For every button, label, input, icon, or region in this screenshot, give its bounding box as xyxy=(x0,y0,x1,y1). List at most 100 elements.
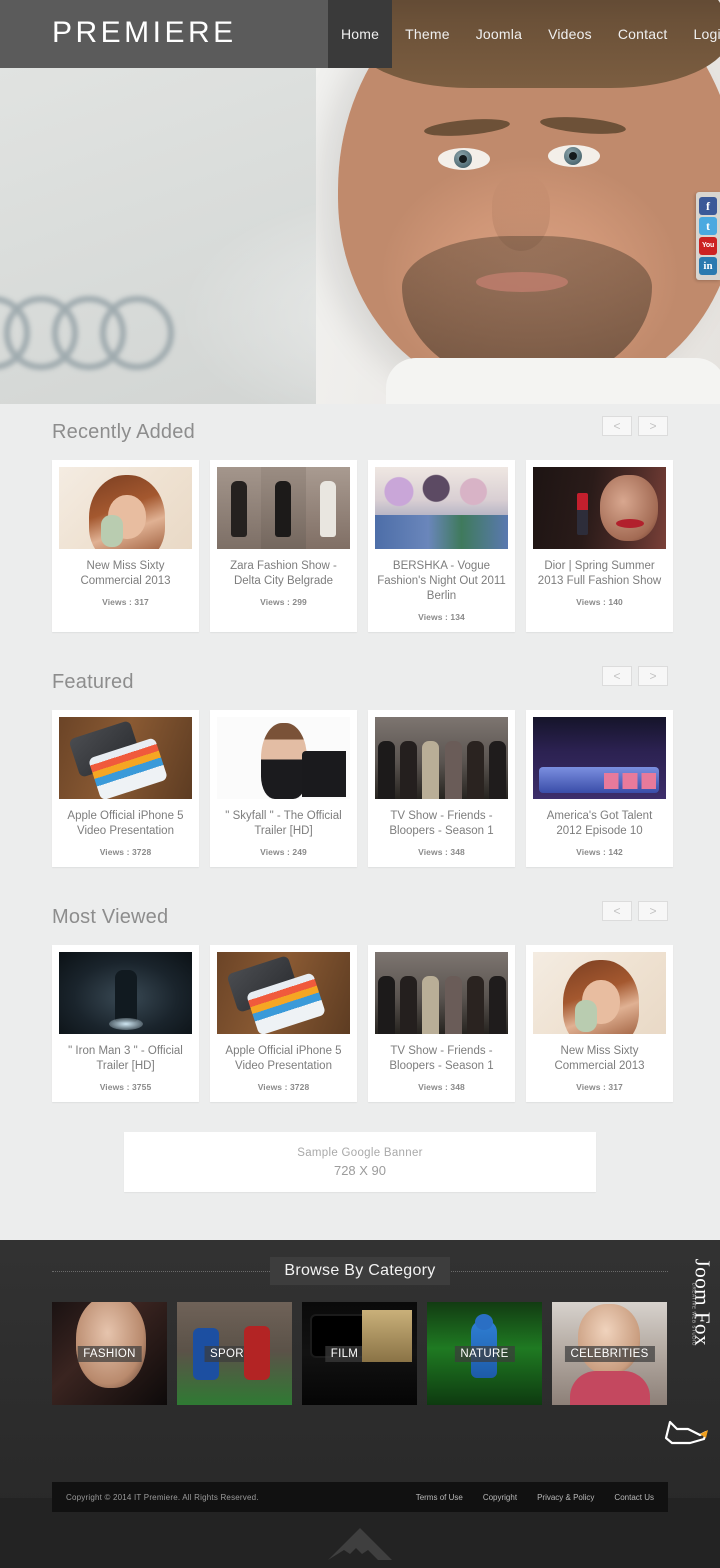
video-thumbnail[interactable] xyxy=(533,717,666,799)
video-views: Views : 142 xyxy=(576,847,623,857)
video-card[interactable]: Zara Fashion Show - Delta City Belgrade … xyxy=(210,460,357,632)
video-thumbnail[interactable] xyxy=(533,467,666,549)
footer-bar: Copyright © 2014 IT Premiere. All Rights… xyxy=(52,1482,668,1512)
browse-by-category-section: Browse By Category FASHION SPORTS FILM &… xyxy=(0,1240,720,1498)
video-card[interactable]: Apple Official iPhone 5 Video Presentati… xyxy=(52,710,199,867)
video-thumbnail[interactable] xyxy=(375,717,508,799)
category-list: FASHION SPORTS FILM & TV NATURE CELEBRIT… xyxy=(0,1302,720,1405)
category-tile-celebrities[interactable]: CELEBRITIES xyxy=(552,1302,667,1405)
header-bar: PREMIERE Home Theme Joomla Videos Contac… xyxy=(0,0,720,68)
category-tile-film-tv[interactable]: FILM & TV xyxy=(302,1302,417,1405)
nav-item-joomla[interactable]: Joomla xyxy=(463,0,535,68)
category-label: FILM & TV xyxy=(324,1345,395,1362)
carousel-next-button[interactable]: > xyxy=(638,416,668,436)
joomfox-logo[interactable]: Joom Fox CREATIVE WEB STUDIO xyxy=(662,1259,718,1445)
category-title: Browse By Category xyxy=(270,1257,450,1285)
linkedin-icon[interactable]: in xyxy=(699,257,717,275)
video-title: " Iron Man 3 " - Official Trailer [HD] xyxy=(68,1045,183,1072)
video-thumbnail[interactable] xyxy=(217,952,350,1034)
footer-link-copyright[interactable]: Copyright xyxy=(483,1493,517,1502)
video-card[interactable]: New Miss Sixty Commercial 2013 Views : 3… xyxy=(526,945,673,1102)
carousel-next-button[interactable]: > xyxy=(638,901,668,921)
video-card[interactable]: New Miss Sixty Commercial 2013 Views : 3… xyxy=(52,460,199,632)
footer-link-privacy-policy[interactable]: Privacy & Policy xyxy=(537,1493,594,1502)
video-card[interactable]: " Skyfall " - The Official Trailer [HD] … xyxy=(210,710,357,867)
site-logo[interactable]: PREMIERE xyxy=(52,16,237,50)
site-footer: Copyright © 2014 IT Premiere. All Rights… xyxy=(0,1482,720,1568)
carousel-prev-button[interactable]: < xyxy=(602,666,632,686)
video-title: Dior | Spring Summer 2013 Full Fashion S… xyxy=(537,560,662,587)
facebook-icon[interactable]: f xyxy=(699,197,717,215)
carousel-controls: < > xyxy=(602,666,668,686)
video-title: Apple Official iPhone 5 Video Presentati… xyxy=(225,1045,342,1072)
nav-item-videos[interactable]: Videos xyxy=(535,0,605,68)
video-title: New Miss Sixty Commercial 2013 xyxy=(80,560,171,587)
video-title: TV Show - Friends - Bloopers - Season 1 xyxy=(389,810,494,837)
google-ad-banner[interactable]: Sample Google Banner 728 X 90 xyxy=(124,1132,596,1192)
video-views: Views : 249 xyxy=(260,847,307,857)
video-views: Views : 134 xyxy=(418,612,465,622)
video-card[interactable]: America's Got Talent 2012 Episode 10 Vie… xyxy=(526,710,673,867)
video-thumbnail[interactable] xyxy=(533,952,666,1034)
video-thumbnail[interactable] xyxy=(59,717,192,799)
banner-title: Sample Google Banner xyxy=(297,1146,423,1159)
category-tile-nature[interactable]: NATURE xyxy=(427,1302,542,1405)
site-header: PREMIERE Home Theme Joomla Videos Contac… xyxy=(0,0,720,68)
video-title: Apple Official iPhone 5 Video Presentati… xyxy=(67,810,184,837)
video-views: Views : 348 xyxy=(418,1082,465,1092)
main-content: Recently Added < > New Miss Sixty Commer… xyxy=(0,404,720,1204)
banner-size: 728 X 90 xyxy=(333,1162,387,1178)
section-most-viewed: Most Viewed < > " Iron Man 3 " - Officia… xyxy=(0,889,720,1102)
video-card[interactable]: TV Show - Friends - Bloopers - Season 1 … xyxy=(368,710,515,867)
section-header: Featured < > xyxy=(52,654,668,710)
nav-item-theme[interactable]: Theme xyxy=(392,0,463,68)
video-card[interactable]: Apple Official iPhone 5 Video Presentati… xyxy=(210,945,357,1102)
nav-item-home[interactable]: Home xyxy=(328,0,393,68)
section-header: Most Viewed < > xyxy=(52,889,668,945)
video-title: Zara Fashion Show - Delta City Belgrade xyxy=(230,560,337,587)
video-views: Views : 317 xyxy=(102,597,149,607)
joomfox-tagline: CREATIVE WEB STUDIO xyxy=(691,1282,696,1346)
footer-links: Terms of Use Copyright Privacy & Policy … xyxy=(416,1493,654,1502)
scroll-to-top-button[interactable] xyxy=(320,1524,400,1562)
section-title: Featured xyxy=(52,670,134,693)
category-tile-fashion[interactable]: FASHION xyxy=(52,1302,167,1405)
video-views: Views : 140 xyxy=(576,597,623,607)
video-views: Views : 348 xyxy=(418,847,465,857)
section-recently-added: Recently Added < > New Miss Sixty Commer… xyxy=(0,404,720,632)
fox-icon xyxy=(664,1420,708,1445)
video-card[interactable]: BERSHKA - Vogue Fashion's Night Out 2011… xyxy=(368,460,515,632)
copyright-text: Copyright © 2014 IT Premiere. All Rights… xyxy=(66,1492,259,1502)
video-title: America's Got Talent 2012 Episode 10 xyxy=(546,810,653,837)
category-label: SPORTS xyxy=(204,1345,265,1362)
video-thumbnail[interactable] xyxy=(217,467,350,549)
nav-item-contact[interactable]: Contact xyxy=(605,0,681,68)
twitter-icon[interactable]: t xyxy=(699,217,717,235)
mountain-arrow-icon xyxy=(328,1528,392,1560)
category-label: NATURE xyxy=(454,1345,515,1362)
video-thumbnail[interactable] xyxy=(59,952,192,1034)
social-share-strip: f t You in xyxy=(696,192,720,280)
video-views: Views : 3728 xyxy=(99,847,152,857)
video-thumbnail[interactable] xyxy=(217,717,350,799)
footer-link-contact-us[interactable]: Contact Us xyxy=(614,1493,654,1502)
footer-link-terms-of-use[interactable]: Terms of Use xyxy=(416,1493,463,1502)
video-thumbnail[interactable] xyxy=(59,467,192,549)
video-thumbnail[interactable] xyxy=(375,952,508,1034)
video-thumbnail[interactable] xyxy=(375,467,508,549)
youtube-icon[interactable]: You xyxy=(699,237,717,255)
carousel-next-button[interactable]: > xyxy=(638,666,668,686)
carousel-prev-button[interactable]: < xyxy=(602,901,632,921)
ad-banner-area: Sample Google Banner 728 X 90 xyxy=(0,1102,720,1192)
nav-item-login[interactable]: Login xyxy=(681,0,720,68)
section-featured: Featured < > Apple Official iPhone 5 Vid… xyxy=(0,654,720,867)
video-card[interactable]: TV Show - Friends - Bloopers - Season 1 … xyxy=(368,945,515,1102)
video-card[interactable]: " Iron Man 3 " - Official Trailer [HD] V… xyxy=(52,945,199,1102)
category-header: Browse By Category xyxy=(0,1240,720,1302)
category-label: CELEBRITIES xyxy=(564,1345,655,1362)
video-card[interactable]: Dior | Spring Summer 2013 Full Fashion S… xyxy=(526,460,673,632)
carousel-prev-button[interactable]: < xyxy=(602,416,632,436)
section-title: Recently Added xyxy=(52,420,195,443)
video-card-list: New Miss Sixty Commercial 2013 Views : 3… xyxy=(52,460,673,632)
category-tile-sports[interactable]: SPORTS xyxy=(177,1302,292,1405)
